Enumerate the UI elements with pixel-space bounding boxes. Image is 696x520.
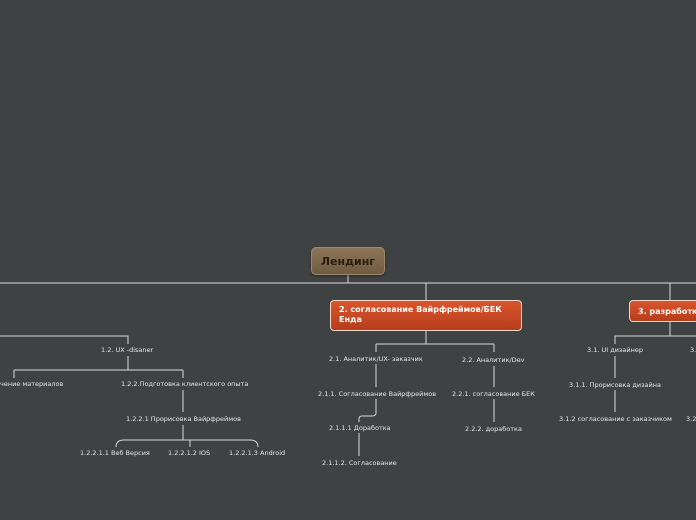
node-ui-designer[interactable]: 3.1. UI дизайнер bbox=[587, 346, 643, 354]
node-materials[interactable]: чение материалов bbox=[0, 380, 63, 388]
node-cut-1[interactable]: 3. bbox=[690, 346, 696, 354]
node-draw-design[interactable]: 3.1.1. Прорисовка дизайна bbox=[569, 381, 661, 389]
branch-3-topic[interactable]: 3. разработк bbox=[629, 300, 696, 322]
node-agreement[interactable]: 2.1.1.2. Согласование bbox=[322, 459, 397, 467]
node-agree-client[interactable]: 3.1.2 согласование с заказчиком bbox=[559, 415, 672, 423]
node-rework[interactable]: 2.1.1.1 Доработка bbox=[329, 424, 391, 432]
node-ux-designer[interactable]: 1.2. UX -disaner bbox=[101, 346, 153, 354]
node-agree-backend[interactable]: 2.2.1. согласование БЕК bbox=[452, 390, 535, 398]
node-rework-2[interactable]: 2.2.2. доработка bbox=[465, 425, 522, 433]
node-agree-wireframes[interactable]: 2.1.1. Согласование Вайрфреймов bbox=[318, 390, 436, 398]
node-client-experience[interactable]: 1.2.2.Подготовка клиентского опыта bbox=[121, 380, 248, 388]
node-web-version[interactable]: 1.2.2.1.1 Веб Версия bbox=[80, 449, 150, 457]
node-analyst-dev[interactable]: 2.2. Аналитик/Dev bbox=[462, 356, 525, 364]
node-android[interactable]: 1.2.2.1.3 Android bbox=[229, 449, 285, 457]
node-cut-2[interactable]: 3.2 bbox=[686, 415, 696, 423]
root-topic[interactable]: Лендинг bbox=[311, 247, 385, 275]
node-analyst-ux[interactable]: 2.1. Аналитик/UX- заказчик bbox=[329, 355, 423, 363]
node-ios[interactable]: 1.2.2.1.2 IOS bbox=[168, 449, 210, 457]
branch-2-topic[interactable]: 2. согласование Вайрфреймов/БЕК Енда bbox=[330, 300, 522, 331]
node-wireframes[interactable]: 1.2.2.1 Прорисовка Вайрфреймов bbox=[126, 415, 241, 423]
